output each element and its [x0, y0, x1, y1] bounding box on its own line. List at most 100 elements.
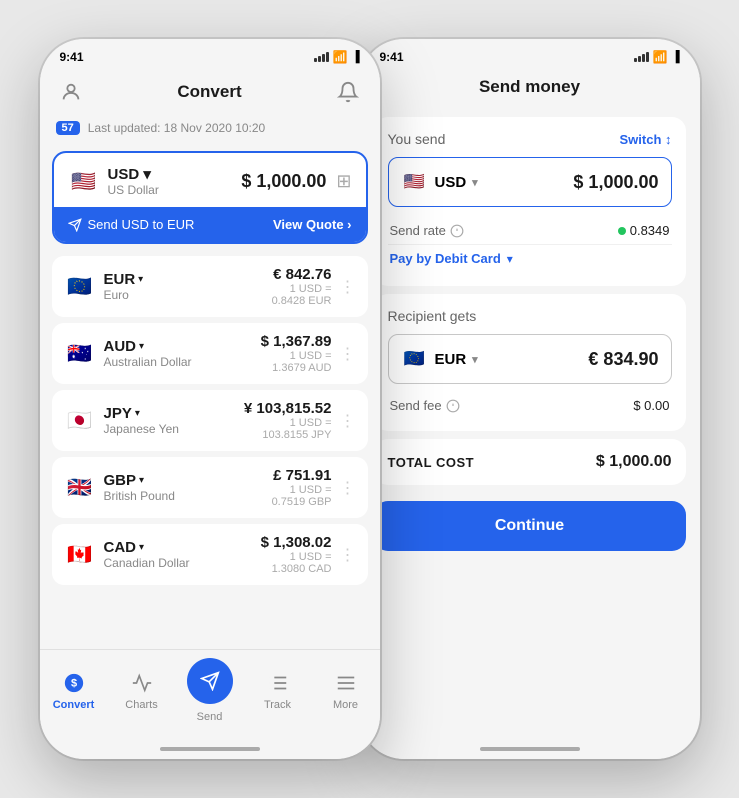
recipient-currency-chevron: ▾ — [472, 353, 478, 366]
usd-flag: 🇺🇸 — [68, 165, 100, 197]
eur-row: 🇪🇺 EUR ▾ Euro — [64, 271, 144, 303]
send-amount: $ 1,000.00 — [573, 172, 658, 193]
send-usd-bar[interactable]: Send USD to EUR View Quote › — [54, 207, 366, 242]
gbp-row: 🇬🇧 GBP ▾ British Pound — [64, 472, 175, 504]
wifi-icon-2: 📶 — [653, 50, 668, 64]
gbp-rate: 1 USD = 0.7519 GBP — [272, 484, 332, 508]
eur-code: EUR ▾ — [104, 271, 144, 288]
tab-convert-label: Convert — [53, 699, 95, 711]
gbp-right: £ 751.91 1 USD = 0.7519 GBP ⋮ — [272, 467, 356, 508]
tab-bar: $ Convert Charts Send Track — [40, 649, 380, 739]
fee-label: Send fee — [390, 398, 460, 413]
gbp-amount: £ 751.91 — [272, 467, 332, 484]
status-bar: 9:41 📶 ▐ — [40, 39, 380, 69]
bell-icon[interactable] — [333, 77, 363, 107]
tab-track[interactable]: Track — [248, 670, 308, 711]
eur-name: Euro — [104, 288, 144, 302]
eur-amount-info: € 842.76 1 USD = 0.8428 EUR — [272, 266, 332, 307]
svg-text:$: $ — [70, 678, 76, 690]
convert-title: Convert — [177, 82, 241, 102]
usd-amount-area: $ 1,000.00 ⊞ — [241, 171, 351, 192]
recipient-input-row[interactable]: 🇪🇺 EUR ▾ € 834.90 — [388, 334, 672, 384]
signal-bar-2 — [318, 56, 321, 62]
list-item[interactable]: 🇦🇺 AUD ▾ Australian Dollar $ 1,367.89 1 … — [52, 323, 368, 384]
tab-more-label: More — [333, 699, 358, 711]
tab-send-label: Send — [197, 711, 223, 723]
home-indicator — [40, 739, 380, 759]
home-indicator-2 — [360, 739, 700, 759]
gbp-info: GBP ▾ British Pound — [104, 472, 175, 503]
aud-name: Australian Dollar — [104, 355, 192, 369]
total-cost-value: $ 1,000.00 — [596, 453, 672, 471]
update-text: Last updated: 18 Nov 2020 10:20 — [88, 121, 265, 135]
total-cost-bar: TOTAL COST $ 1,000.00 — [374, 439, 686, 485]
convert-tab-icon: $ — [61, 670, 87, 696]
fee-value: $ 0.00 — [633, 398, 669, 413]
switch-button[interactable]: Switch ↕ — [619, 132, 671, 147]
list-item[interactable]: 🇯🇵 JPY ▾ Japanese Yen ¥ 103,815.52 1 USD… — [52, 390, 368, 451]
more-dots-icon[interactable]: ⋮ — [340, 344, 356, 364]
jpy-rate: 1 USD = 103.8155 JPY — [244, 417, 332, 441]
more-dots-icon[interactable]: ⋮ — [340, 411, 356, 431]
jpy-name: Japanese Yen — [104, 422, 179, 436]
list-item[interactable]: 🇪🇺 EUR ▾ Euro € 842.76 1 USD = 0.8428 EU… — [52, 256, 368, 317]
eur-info: EUR ▾ Euro — [104, 271, 144, 302]
cad-flag: 🇨🇦 — [64, 539, 96, 571]
more-dots-icon[interactable]: ⋮ — [340, 277, 356, 297]
tab-charts[interactable]: Charts — [112, 670, 172, 711]
usd-code[interactable]: USD ▾ — [108, 165, 159, 183]
tab-send[interactable]: Send — [180, 658, 240, 723]
main-currency-card[interactable]: 🇺🇸 USD ▾ US Dollar $ 1,000.00 ⊞ S — [52, 151, 368, 244]
eur-flag: 🇪🇺 — [64, 271, 96, 303]
recipient-gets-card: Recipient gets 🇪🇺 EUR ▾ € 834.90 Send fe… — [374, 294, 686, 431]
jpy-right: ¥ 103,815.52 1 USD = 103.8155 JPY ⋮ — [244, 400, 356, 441]
home-bar — [160, 747, 260, 751]
you-send-input-row[interactable]: 🇺🇸 USD ▾ $ 1,000.00 — [388, 157, 672, 207]
list-item[interactable]: 🇨🇦 CAD ▾ Canadian Dollar $ 1,308.02 1 US… — [52, 524, 368, 585]
signal-bars — [314, 52, 329, 62]
continue-button[interactable]: Continue — [374, 501, 686, 551]
jpy-row: 🇯🇵 JPY ▾ Japanese Yen — [64, 405, 179, 437]
view-quote-btn[interactable]: View Quote › — [273, 217, 352, 232]
aud-row: 🇦🇺 AUD ▾ Australian Dollar — [64, 338, 192, 370]
send-tab-btn[interactable] — [187, 658, 233, 704]
status-icons-2: 📶 ▐ — [634, 50, 680, 64]
recipient-currency-code: EUR — [435, 351, 467, 368]
send-currency-selector[interactable]: 🇺🇸 USD ▾ — [401, 168, 478, 196]
fee-row: Send fee $ 0.00 — [388, 394, 672, 417]
wifi-icon: 📶 — [333, 50, 348, 64]
time: 9:41 — [60, 50, 84, 64]
more-dots-icon[interactable]: ⋮ — [340, 478, 356, 498]
send-rate-label: Send rate — [390, 223, 464, 238]
pay-method-text: Pay by Debit Card — [390, 251, 501, 266]
send-currency-chevron: ▾ — [472, 176, 478, 189]
usd-amount: $ 1,000.00 — [241, 171, 326, 192]
cad-right: $ 1,308.02 1 USD = 1.3080 CAD ⋮ — [261, 534, 356, 575]
status-icons: 📶 ▐ — [314, 50, 360, 64]
gbp-code: GBP ▾ — [104, 472, 175, 489]
pay-method-chevron: ▾ — [507, 252, 513, 266]
more-tab-icon — [333, 670, 359, 696]
main-currency-row: 🇺🇸 USD ▾ US Dollar — [68, 165, 159, 197]
more-dots-icon[interactable]: ⋮ — [340, 545, 356, 565]
send-currency-code: USD — [435, 174, 467, 191]
eur-right: € 842.76 1 USD = 0.8428 EUR ⋮ — [272, 266, 356, 307]
phone-send-money: 9:41 📶 ▐ Send money You send — [360, 39, 700, 759]
cad-info: CAD ▾ Canadian Dollar — [104, 539, 190, 570]
phone-convert: 9:41 📶 ▐ Convert — [40, 39, 380, 759]
tab-more[interactable]: More — [316, 670, 376, 711]
recipient-currency-selector[interactable]: 🇪🇺 EUR ▾ — [401, 345, 478, 373]
person-icon[interactable] — [56, 77, 86, 107]
signal-bars-2 — [634, 52, 649, 62]
jpy-amount: ¥ 103,815.52 — [244, 400, 332, 417]
tab-convert[interactable]: $ Convert — [44, 670, 104, 711]
recipient-label: Recipient gets — [388, 308, 672, 324]
gbp-amount-info: £ 751.91 1 USD = 0.7519 GBP — [272, 467, 332, 508]
pay-method-row[interactable]: Pay by Debit Card ▾ — [388, 244, 672, 272]
total-cost-label: TOTAL COST — [388, 455, 475, 470]
calculator-icon[interactable]: ⊞ — [336, 171, 351, 192]
list-item[interactable]: 🇬🇧 GBP ▾ British Pound £ 751.91 1 USD = … — [52, 457, 368, 518]
cad-name: Canadian Dollar — [104, 556, 190, 570]
rate-dot — [618, 227, 626, 235]
status-bar-2: 9:41 📶 ▐ — [360, 39, 700, 69]
